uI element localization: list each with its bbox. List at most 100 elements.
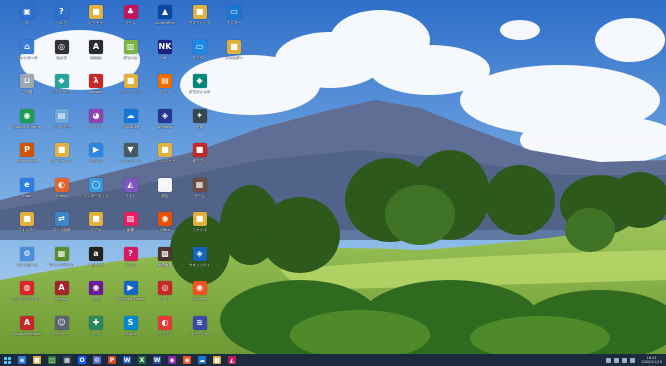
desktop-icon[interactable]: ▥ グリーン — [114, 37, 148, 71]
desktop-icon[interactable]: ◐ Firefox — [45, 175, 79, 209]
taskbar-app-button[interactable]: ⚙ — [90, 354, 104, 366]
start-button[interactable] — [0, 354, 14, 366]
photos-icon: ◭ — [228, 356, 236, 364]
folder-icon: ■ — [123, 74, 138, 88]
desktop-icon[interactable]: ▭ モニター — [217, 2, 251, 36]
taskbar-app-button[interactable]: ■ — [210, 354, 224, 366]
desktop-icon-label: ビデオ — [90, 228, 102, 232]
desktop-icon[interactable]: ⇄ ネット接続 — [45, 209, 79, 243]
folder-icon: ■ — [192, 212, 207, 226]
desktop-icon[interactable]: ◆ グラフィック — [183, 71, 217, 105]
taskbar-app-button[interactable]: ◭ — [225, 354, 239, 366]
tools-icon: ✚ — [89, 315, 103, 330]
desktop-icon[interactable]: ◭ フォト — [114, 175, 148, 209]
folder-icon: ■ — [20, 212, 34, 226]
nk-icon: NK — [158, 39, 172, 54]
desktop-icon[interactable]: ◉ Chrome — [183, 278, 217, 312]
taskbar-app-button[interactable]: ◫ — [45, 354, 59, 366]
desktop-icon[interactable]: ◯ インターネット — [79, 175, 113, 209]
desktop-icon[interactable]: A Adobe — [79, 37, 113, 71]
taskbar-app-button[interactable]: e — [15, 354, 29, 366]
taskbar-app-button[interactable]: ■ — [30, 354, 44, 366]
desktop-icon[interactable]: ▧ 画像 — [114, 209, 148, 243]
desktop-icon[interactable]: ◎ カメラ — [45, 37, 79, 71]
settings-icon: ⚙ — [93, 356, 101, 364]
taskbar-app-button[interactable]: ▦ — [60, 354, 74, 366]
taskbar-app-button[interactable]: ☁ — [195, 354, 209, 366]
desktop-icon-label: デスクトップ — [188, 21, 211, 25]
desktop-icon[interactable]: ■ ダウンロード — [148, 140, 182, 174]
desktop-icon[interactable]: ▩ 画像編集 — [148, 244, 182, 278]
desktop-icon[interactable]: e Edge — [10, 175, 44, 209]
desktop-icon[interactable]: ▦ マインクラフト — [45, 244, 79, 278]
taskbar-app-button[interactable]: ◉ — [180, 354, 194, 366]
taskbar-app-button[interactable]: W — [150, 354, 164, 366]
desktop-icon[interactable]: ■ フォルダー — [10, 209, 44, 243]
taskbar-app-button[interactable]: W — [120, 354, 134, 366]
desktop-icon[interactable]: ◍ ウイルスバスター — [10, 278, 44, 312]
desktop-icon[interactable]: ⌂ ネットワーク — [10, 37, 44, 71]
taskbar-app-button[interactable]: O — [75, 354, 89, 366]
desktop-icon[interactable]: ▲ LibreOffice — [148, 2, 182, 36]
taskbar-app-button[interactable]: X — [135, 354, 149, 366]
desktop-icon-label: セキュリティ — [188, 262, 211, 267]
desktop-icon[interactable]: ⊔ ごみ箱 — [10, 71, 44, 105]
game-icon: ▦ — [192, 177, 207, 192]
desktop-icon[interactable]: ▣ PC — [10, 2, 44, 36]
app-icon: ◐ — [158, 315, 172, 330]
desktop-icon[interactable]: ■ ビデオ — [79, 209, 113, 243]
desktop-icon[interactable]: ▼ インストール — [114, 140, 148, 174]
desktop-icon[interactable]: ◐ ロックス — [148, 313, 182, 347]
desktop-icon[interactable]: ? ヘルプ — [45, 2, 79, 36]
taskbar-app-button[interactable]: P — [105, 354, 119, 366]
desktop-icon[interactable]: NK NK — [148, 37, 182, 71]
desktop-icon-label: ソフトウェア — [50, 90, 73, 94]
desktop-icon[interactable]: ▦ ゲーム — [183, 175, 217, 209]
desktop-icon[interactable]: ■ フォルダー — [217, 37, 251, 71]
desktop-icon[interactable]: ◉ Google Chrome — [10, 106, 44, 140]
ime-icon[interactable] — [630, 357, 636, 363]
desktop-icon[interactable]: S Skype — [114, 313, 148, 347]
taskbar-app-button[interactable]: ◉ — [165, 354, 179, 366]
desktop-icon[interactable]: ■ 赤アプリ — [183, 140, 217, 174]
desktop-icon[interactable]: ◈ Windows — [148, 106, 182, 140]
desktop-icon-label: ごみ箱 — [21, 90, 33, 94]
desktop-icon[interactable]: ▤ フォルダー — [45, 106, 79, 140]
desktop-icon[interactable]: ♣ ゲーム — [114, 2, 148, 36]
volume-icon[interactable] — [622, 357, 628, 363]
desktop-icon[interactable]: ■ ピクチャ — [79, 2, 113, 36]
desktop-icon[interactable]: ? ヘルプ — [114, 244, 148, 278]
desktop-icon[interactable]: ◎ フォト — [148, 278, 182, 312]
desktop-icon[interactable]: ⚙ コントロール — [10, 244, 44, 278]
desktop-icon[interactable]: ▤ ソフト — [148, 71, 182, 105]
desktop-icon[interactable]: ◈ セキュリティ — [183, 244, 217, 278]
desktop-icon[interactable]: ▭ モニター — [183, 37, 217, 71]
desktop-icon[interactable]: P PowerPoint — [10, 140, 44, 174]
desktop-icon[interactable]: ▶ メディア — [79, 140, 113, 174]
desktop-icon-label: Acrobat — [89, 90, 103, 94]
desktop-icon[interactable]: ◆ ソフトウェア — [45, 71, 79, 105]
desktop-icon[interactable]: ✦ 写真 — [183, 106, 217, 140]
desktop-icon[interactable]: ≋ オーディオ — [183, 313, 217, 347]
desktop-icon[interactable]: a Amazon — [79, 244, 113, 278]
network-icon[interactable] — [614, 357, 620, 363]
desktop-icon-label: モニター — [192, 55, 207, 60]
desktop-icon[interactable]: ☁ OneDrive — [114, 106, 148, 140]
desktop-icon[interactable]: ▶ Windows Media — [114, 278, 148, 312]
desktop-icon[interactable]: ☺ ユーザー — [45, 313, 79, 347]
desktop-icon[interactable]: ◕ ペイント — [79, 106, 113, 140]
clock[interactable]: 16:41 2020/11/10 — [641, 356, 662, 364]
desktop-icon[interactable]: ■ ファイル — [183, 209, 217, 243]
desktop-icon-label: ドキュメント — [50, 159, 73, 163]
desktop-icon[interactable]: ⚙ 設定 — [148, 175, 182, 209]
desktop-icon[interactable]: ■ ミュージック — [114, 71, 148, 105]
desktop-icon[interactable]: λ Acrobat — [79, 71, 113, 105]
desktop-icon[interactable]: ◉ Office — [148, 209, 182, 243]
desktop-icon[interactable]: A Access — [45, 278, 79, 312]
desktop-icon[interactable]: ■ ドキュメント — [45, 140, 79, 174]
desktop-icon[interactable]: A Acrobat Reader — [10, 313, 44, 347]
desktop-icon[interactable]: ✚ ツール — [79, 313, 113, 347]
desktop-icon[interactable]: ■ デスクトップ — [183, 2, 217, 36]
desktop-icon[interactable]: ◉ DVD — [79, 278, 113, 312]
chevron-up-icon[interactable] — [606, 357, 612, 363]
